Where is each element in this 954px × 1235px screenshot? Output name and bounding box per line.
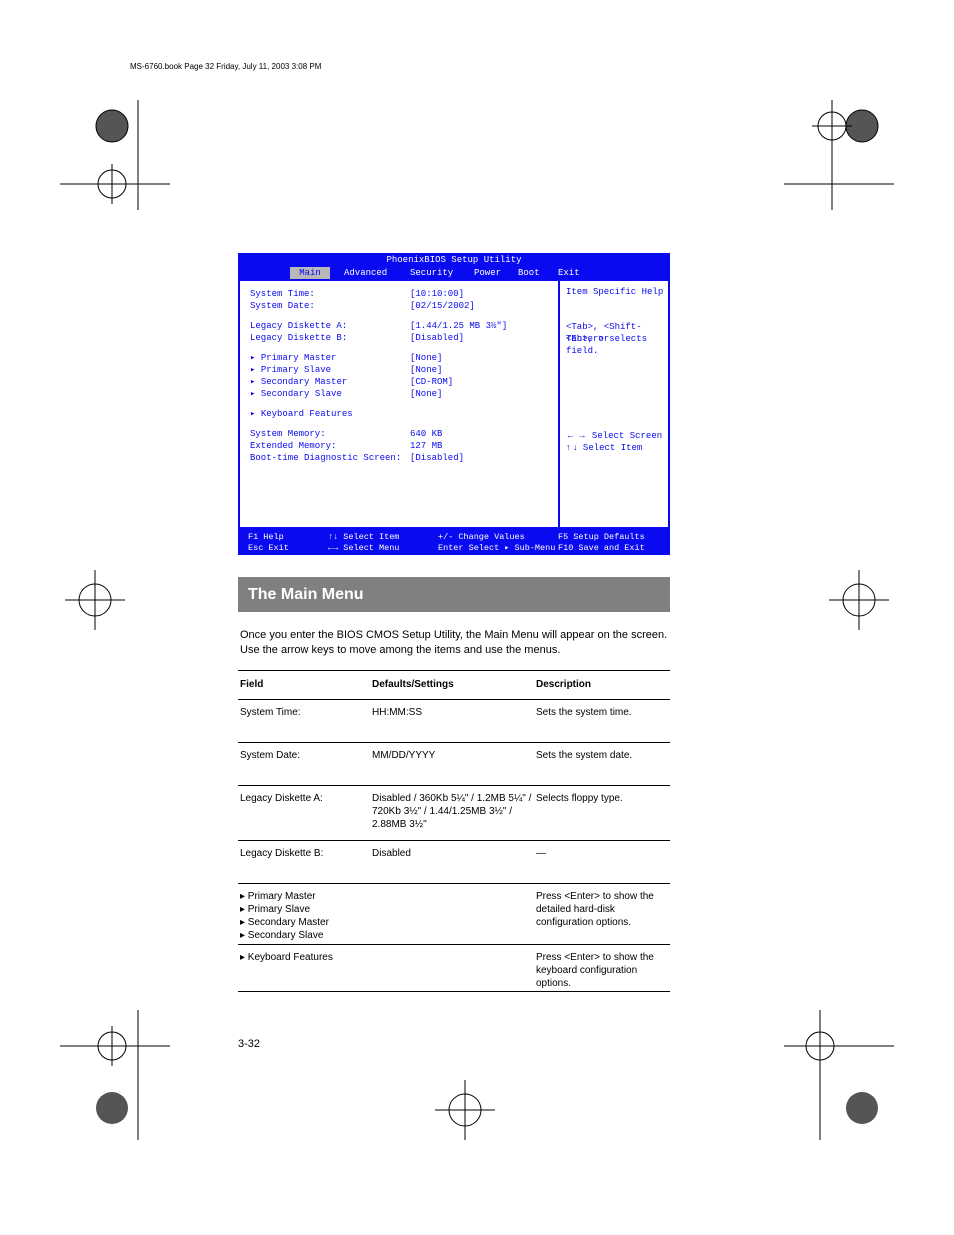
crop-mark-icon <box>60 1010 170 1140</box>
row-keyboard-features[interactable]: ▸ Keyboard Features <box>250 409 558 419</box>
crop-mark-icon <box>60 565 130 635</box>
tab-advanced[interactable]: Advanced <box>344 267 387 279</box>
bios-left-pane: System Time:[10:10:00] System Date:[02/1… <box>240 281 558 527</box>
row-primary-slave[interactable]: ▸ Primary Slave[None] <box>250 365 558 375</box>
table-row: ▸ Primary Master ▸ Primary Slave ▸ Secon… <box>238 883 670 944</box>
crop-mark-icon <box>430 1075 500 1145</box>
crop-mark-icon <box>60 100 170 210</box>
table-row: System Date: MM/DD/YYYY Sets the system … <box>238 742 670 785</box>
bios-title: PhoenixBIOS Setup Utility <box>238 253 670 267</box>
section-title: The Main Menu <box>238 577 670 612</box>
help-title: Item Specific Help <box>566 287 663 297</box>
foot-esc: Esc Exit <box>248 543 289 553</box>
bios-help-pane: Item Specific Help <Tab>, <Shift-Tab>, o… <box>558 281 668 527</box>
bios-tab-bar: Main Advanced Security Power Boot Exit <box>238 267 670 279</box>
th-settings: Defaults/Settings <box>372 679 454 690</box>
row-system-memory: System Memory:640 KB <box>250 429 558 439</box>
row-extended-memory: Extended Memory:127 MB <box>250 441 558 451</box>
row-legacy-b[interactable]: Legacy Diskette B:[Disabled] <box>250 333 558 343</box>
arrows-lr-icon: ← → <box>566 430 587 440</box>
bios-screenshot: PhoenixBIOS Setup Utility Main Advanced … <box>238 253 670 555</box>
bios-footer: F1 Help ↑↓ Select Item +/- Change Values… <box>238 529 670 555</box>
arrows-ud-icon: ↑ ↓ <box>566 442 578 452</box>
foot-chg: +/- Change Values <box>438 532 525 542</box>
tab-security[interactable]: Security <box>410 267 453 279</box>
help-select-item: ↑ ↓ Select Item <box>566 441 642 454</box>
tab-exit[interactable]: Exit <box>558 267 580 279</box>
row-primary-master[interactable]: ▸ Primary Master[None] <box>250 353 558 363</box>
table-row: System Time: HH:MM:SS Sets the system ti… <box>238 699 670 742</box>
foot-f10: F10 Save and Exit <box>558 543 645 553</box>
tab-boot[interactable]: Boot <box>518 267 540 279</box>
foot-sub: Enter Select ▸ Sub-Menu <box>438 543 555 553</box>
crop-mark-icon <box>784 100 894 210</box>
section-intro: Once you enter the BIOS CMOS Setup Utili… <box>240 628 668 658</box>
foot-f1: F1 Help <box>248 532 284 542</box>
table-row: Legacy Diskette A: Disabled / 360Kb 5¼" … <box>238 785 670 840</box>
table-header: Field Defaults/Settings Description <box>238 670 670 699</box>
row-secondary-master[interactable]: ▸ Secondary Master[CD-ROM] <box>250 377 558 387</box>
page: MS-6760.book Page 32 Friday, July 11, 20… <box>0 0 954 1235</box>
running-header: MS-6760.book Page 32 Friday, July 11, 20… <box>130 62 321 71</box>
th-field: Field <box>240 679 263 690</box>
page-number: 3-32 <box>238 1038 260 1050</box>
tab-power[interactable]: Power <box>474 267 501 279</box>
table-row: ▸ Keyboard Features Press <Enter> to sho… <box>238 944 670 992</box>
table-row: Legacy Diskette B: Disabled — <box>238 840 670 883</box>
foot-selitem: ↑↓ Select Item <box>328 532 399 542</box>
crop-mark-icon <box>824 565 894 635</box>
row-boot-diag[interactable]: Boot-time Diagnostic Screen:[Disabled] <box>250 453 558 463</box>
foot-f5: F5 Setup Defaults <box>558 532 645 542</box>
help-line: <Enter> selects field. <box>566 333 668 357</box>
settings-table: Field Defaults/Settings Description Syst… <box>238 670 670 992</box>
row-system-date[interactable]: System Date:[02/15/2002] <box>250 301 558 311</box>
tab-main[interactable]: Main <box>290 267 330 279</box>
row-legacy-a[interactable]: Legacy Diskette A:[1.44/1.25 MB 3½"] <box>250 321 558 331</box>
row-system-time[interactable]: System Time:[10:10:00] <box>250 289 558 299</box>
foot-selmenu: ←→ Select Menu <box>328 543 399 553</box>
crop-mark-icon <box>784 1010 894 1140</box>
row-secondary-slave[interactable]: ▸ Secondary Slave[None] <box>250 389 558 399</box>
th-description: Description <box>536 679 591 690</box>
